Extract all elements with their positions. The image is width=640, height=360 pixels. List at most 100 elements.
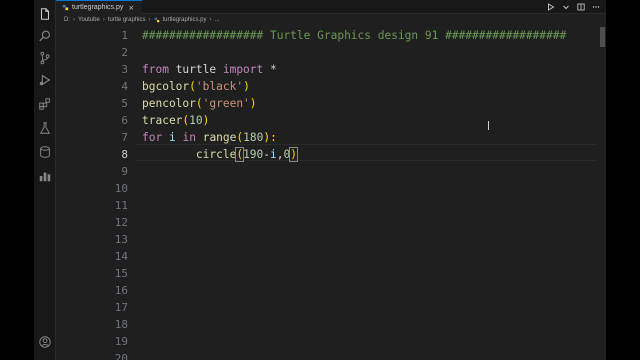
scroll-thumb[interactable] (600, 27, 605, 47)
code-line: 19 (56, 333, 606, 350)
tab-turtlegraphics[interactable]: turtlegraphics.py × (56, 0, 143, 14)
editor-area: turtlegraphics.py × D: › Youtube › turtl… (56, 0, 606, 360)
chart-icon[interactable] (37, 168, 53, 184)
python-file-icon (154, 17, 159, 23)
code-line: 1 ################## Turtle Graphics des… (56, 27, 606, 44)
keyword-token: from (142, 63, 169, 76)
breadcrumb-file[interactable]: turtlegraphics.py (163, 17, 207, 23)
breadcrumb: D: › Youtube › turtle graphics › turtleg… (64, 15, 220, 25)
code-line: 14 (56, 248, 606, 265)
tab-label: turtlegraphics.py (72, 4, 124, 11)
function-token: tracer (142, 114, 183, 127)
code-text: from turtle import * (142, 61, 277, 78)
code-line: 18 (56, 316, 606, 333)
code-text: ################## Turtle Graphics desig… (142, 29, 567, 42)
code-text: bgcolor('black') (142, 78, 250, 95)
breadcrumb-separator: › (73, 17, 75, 23)
source-control-icon[interactable] (37, 50, 53, 66)
database-icon[interactable] (37, 144, 53, 160)
line-number: 8 (121, 148, 128, 161)
line-number: 9 (121, 165, 128, 178)
bracket-token: ) (243, 80, 250, 93)
code-line: 4 bgcolor('black') (56, 78, 606, 95)
text-cursor-icon (488, 121, 491, 130)
function-token: range (202, 131, 237, 144)
function-token: bgcolor (142, 80, 190, 93)
code-line: 11 (56, 197, 606, 214)
run-debug-icon[interactable] (37, 72, 53, 88)
close-tab-icon[interactable]: × (128, 4, 134, 12)
keyword-token: for (142, 131, 163, 144)
plain-token: * (263, 63, 277, 76)
bracket-token: ) (202, 114, 210, 127)
editor-actions (547, 0, 600, 14)
more-actions-icon[interactable] (592, 3, 600, 11)
tab-bar: turtlegraphics.py × (56, 0, 606, 14)
line-number: 15 (114, 267, 128, 280)
function-token: circle (195, 148, 237, 161)
breadcrumb-separator: › (209, 17, 212, 23)
line-number: 6 (121, 114, 128, 127)
line-number: 16 (114, 284, 128, 297)
breadcrumb-more[interactable]: ... (215, 17, 220, 23)
code-text: pencolor('green') (142, 95, 257, 112)
code-line: 17 (56, 299, 606, 316)
bracket-token: ) (249, 97, 257, 110)
vertical-scrollbar[interactable] (598, 25, 606, 360)
number-token: 190 (243, 148, 264, 161)
number-token: 10 (189, 114, 203, 127)
bracket-token: ( (189, 80, 196, 93)
line-number: 3 (121, 63, 128, 76)
code-line: 2 (56, 44, 606, 61)
account-icon[interactable] (37, 334, 53, 350)
files-icon[interactable] (37, 6, 53, 22)
line-number: 12 (114, 216, 128, 229)
breadcrumb-separator: › (102, 17, 105, 23)
line-number: 13 (114, 233, 128, 246)
code-line: 9 (56, 163, 606, 180)
line-number: 5 (121, 97, 128, 110)
activity-bar (34, 0, 56, 360)
code-line: 8 circle(190-i,0) (56, 146, 606, 163)
code-line: 3 from turtle import * (56, 61, 606, 78)
keyword-token: import (222, 63, 264, 76)
function-token: pencolor (142, 97, 196, 110)
module-token: turtle (168, 63, 223, 76)
bracket-token: ( (195, 97, 203, 110)
breadcrumb-youtube[interactable]: Youtube (78, 17, 100, 23)
comma-token: , (276, 148, 284, 161)
line-number: 10 (114, 182, 128, 195)
breadcrumb-drive[interactable]: D: (64, 17, 70, 23)
code-line: 13 (56, 231, 606, 248)
chevron-down-icon[interactable] (562, 3, 570, 11)
breadcrumb-turtle-graphics[interactable]: turtle graphics (108, 17, 146, 23)
line-number: 7 (121, 131, 128, 144)
letterbox-right (606, 0, 640, 360)
python-file-icon (62, 4, 69, 11)
code-line: 16 (56, 282, 606, 299)
search-icon[interactable] (37, 28, 53, 44)
bracket-token: ) (289, 147, 298, 162)
line-number: 14 (114, 250, 128, 263)
testing-icon[interactable] (37, 120, 53, 136)
run-icon[interactable] (547, 3, 555, 11)
extensions-icon[interactable] (37, 96, 53, 112)
variable-token: i (270, 148, 277, 161)
line-number: 17 (114, 301, 128, 314)
line-number: 2 (121, 46, 128, 59)
variable-token: i (168, 131, 176, 144)
code-editor[interactable]: 1 ################## Turtle Graphics des… (56, 25, 606, 360)
code-line: 15 (56, 265, 606, 282)
code-line: 7 for i in range(180): (56, 129, 606, 146)
line-number: 4 (121, 80, 128, 93)
code-line: 20 (56, 350, 606, 360)
line-number: 18 (114, 318, 128, 331)
number-token: 180 (243, 131, 264, 144)
split-editor-icon[interactable] (577, 3, 585, 11)
line-number: 1 (121, 29, 128, 42)
code-line: 5 pencolor('green') (56, 95, 606, 112)
code-line: 6 tracer(10) (56, 112, 606, 129)
